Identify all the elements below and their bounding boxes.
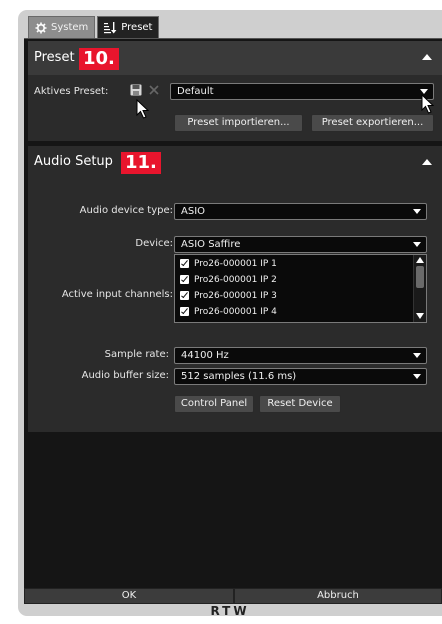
chevron-down-icon xyxy=(413,242,421,247)
sample-rate-select[interactable]: 44100 Hz xyxy=(174,347,427,364)
device-label: Device: xyxy=(135,238,173,249)
reset-device-button[interactable]: Reset Device xyxy=(259,395,341,413)
gear-icon xyxy=(35,22,47,33)
checkbox[interactable] xyxy=(180,307,189,316)
audio-device-type-value: ASIO xyxy=(181,206,206,217)
device-value: ASIO Saffire xyxy=(181,239,241,250)
cancel-button[interactable]: Abbruch xyxy=(234,588,442,604)
preset-panel-title: Preset xyxy=(34,50,75,65)
active-preset-label: Aktives Preset: xyxy=(34,86,109,97)
step-badge-10: 10. xyxy=(79,48,119,70)
rtw-logo: RTW xyxy=(210,604,250,616)
preset-panel: Preset 10. Aktives Preset: Default Prese… xyxy=(28,41,442,141)
checkbox[interactable] xyxy=(180,275,189,284)
list-item[interactable]: Pro26-000001 IP 3 xyxy=(180,289,277,302)
settings-window: System Preset Preset 10. Aktives Preset:… xyxy=(18,10,442,616)
active-input-channels-label: Active input channels: xyxy=(61,289,173,300)
chevron-down-icon xyxy=(413,353,421,358)
checkbox[interactable] xyxy=(180,291,189,300)
audio-buffer-size-value: 512 samples (11.6 ms) xyxy=(181,371,297,382)
chevron-down-icon xyxy=(413,209,421,214)
tab-system[interactable]: System xyxy=(28,16,96,38)
mouse-pointer-icon xyxy=(421,94,435,114)
input-channels-list[interactable]: Pro26-000001 IP 1 Pro26-000001 IP 2 Pro2… xyxy=(174,254,427,323)
tab-bar: System Preset xyxy=(28,16,160,38)
scrollbar[interactable] xyxy=(413,255,426,322)
tab-system-label: System xyxy=(51,22,89,33)
list-item[interactable]: Pro26-000001 IP 4 xyxy=(180,305,277,318)
device-select[interactable]: ASIO Saffire xyxy=(174,236,427,253)
preset-panel-header[interactable]: Preset 10. xyxy=(28,41,442,75)
audio-setup-panel-header[interactable]: Audio Setup 11. xyxy=(28,146,442,180)
dialog-button-bar: OK Abbruch xyxy=(24,588,442,604)
scrollbar-thumb[interactable] xyxy=(416,266,424,288)
list-item[interactable]: Pro26-000001 IP 2 xyxy=(180,273,277,286)
mouse-pointer-icon xyxy=(136,99,150,119)
scroll-down-icon[interactable] xyxy=(416,313,424,319)
audio-setup-title: Audio Setup xyxy=(34,154,113,169)
collapse-icon[interactable] xyxy=(422,54,432,60)
scroll-up-icon[interactable] xyxy=(416,257,424,263)
audio-buffer-size-label: Audio buffer size: xyxy=(81,370,169,381)
audio-buffer-size-select[interactable]: 512 samples (11.6 ms) xyxy=(174,368,427,385)
delete-icon[interactable] xyxy=(149,85,159,95)
channel-label: Pro26-000001 IP 3 xyxy=(194,290,277,301)
chevron-down-icon xyxy=(413,374,421,379)
control-panel-button[interactable]: Control Panel xyxy=(174,395,254,413)
sample-rate-value: 44100 Hz xyxy=(181,350,229,361)
import-preset-button[interactable]: Preset importieren... xyxy=(174,114,303,132)
audio-device-type-label: Audio device type: xyxy=(79,205,173,216)
active-preset-select[interactable]: Default xyxy=(170,83,434,100)
channel-label: Pro26-000001 IP 2 xyxy=(194,274,277,285)
content-area: Preset 10. Aktives Preset: Default Prese… xyxy=(24,38,442,599)
export-preset-button[interactable]: Preset exportieren... xyxy=(311,114,434,132)
channel-label: Pro26-000001 IP 4 xyxy=(194,306,277,317)
checkbox[interactable] xyxy=(180,259,189,268)
step-badge-11: 11. xyxy=(121,152,161,174)
tab-preset-label: Preset xyxy=(121,22,153,33)
save-icon[interactable] xyxy=(130,84,142,96)
sort-icon xyxy=(104,21,117,33)
list-item[interactable]: Pro26-000001 IP 1 xyxy=(180,257,277,270)
channel-label: Pro26-000001 IP 1 xyxy=(194,258,277,269)
active-preset-value: Default xyxy=(177,86,214,97)
collapse-icon[interactable] xyxy=(422,159,432,165)
ok-button[interactable]: OK xyxy=(24,588,234,604)
tab-preset[interactable]: Preset xyxy=(97,16,160,38)
sample-rate-label: Sample rate: xyxy=(104,349,169,360)
audio-device-type-select[interactable]: ASIO xyxy=(174,203,427,220)
